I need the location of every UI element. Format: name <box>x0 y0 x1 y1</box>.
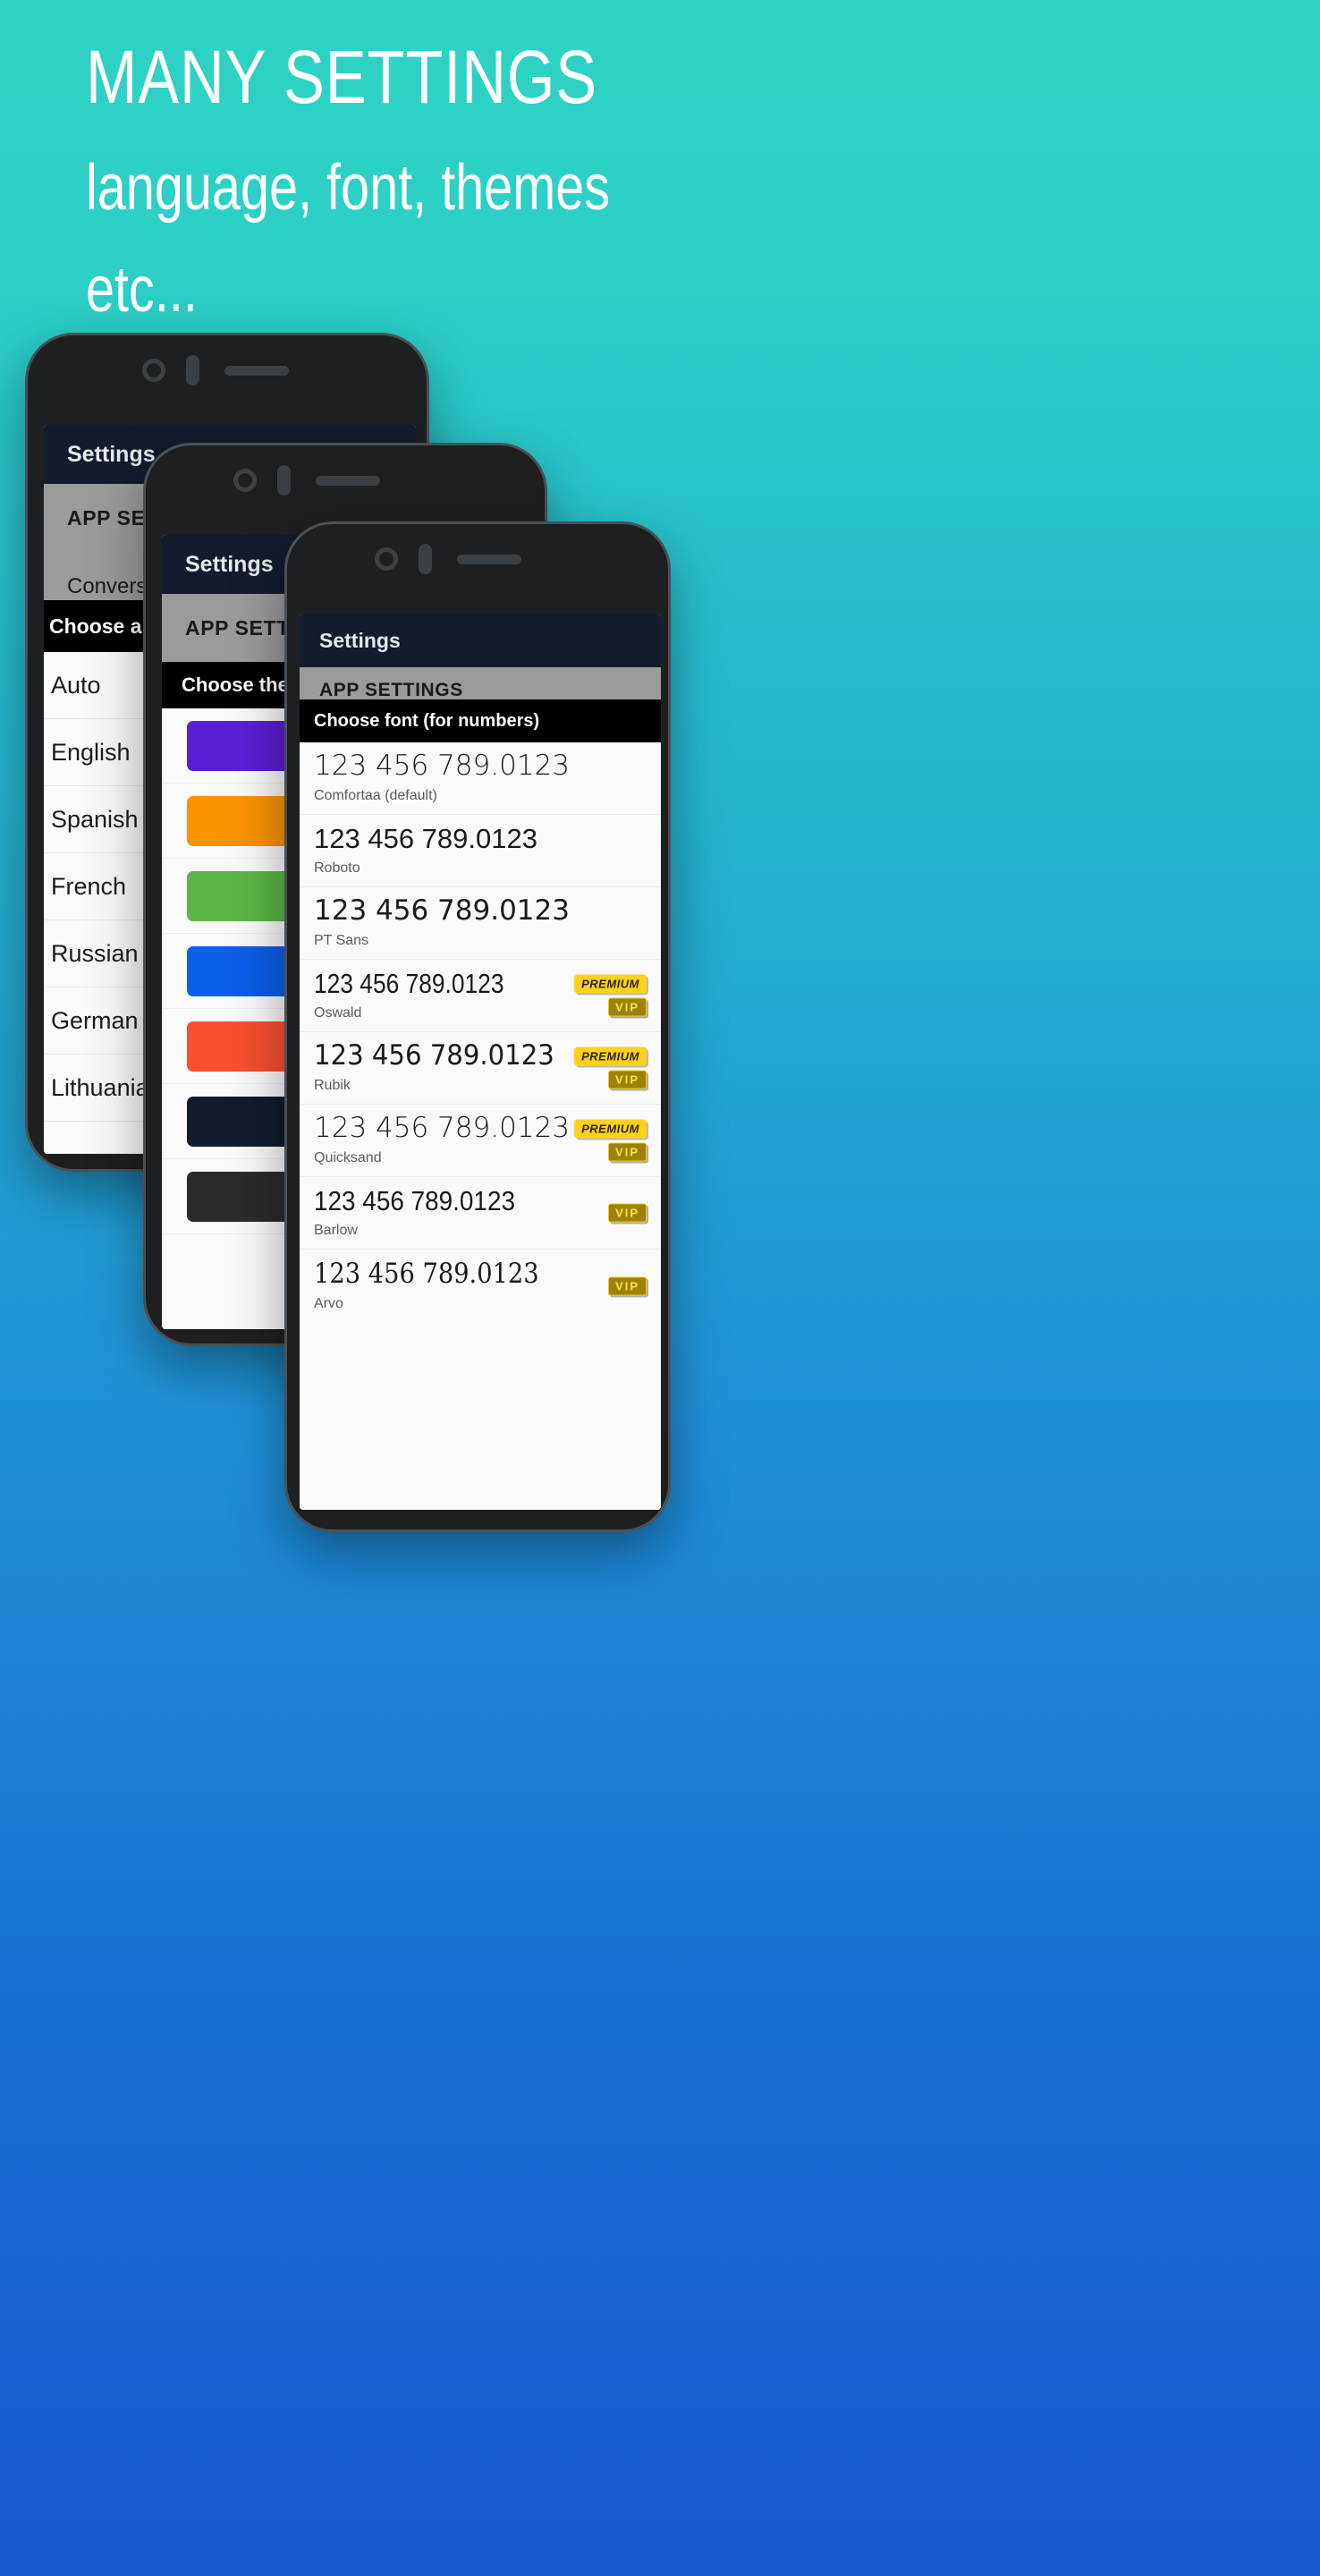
app-bar-right: Settings <box>300 614 661 667</box>
language-option-label: German <box>51 1006 139 1034</box>
font-sample: 123 456 789.0123 <box>314 1039 554 1072</box>
font-name: Oswald <box>314 1005 362 1021</box>
phone-right-top-bezel <box>287 524 668 614</box>
section-header-label: APP SETTINGS <box>319 680 463 700</box>
premium-badge: PREMIUM <box>574 974 647 994</box>
promo-subtitle-line-1: language, font, themes <box>86 152 611 225</box>
font-sample: 123 456 789.0123 <box>314 1112 570 1144</box>
vip-badge: VIP <box>608 1276 647 1295</box>
proximity-sensor-icon <box>277 465 291 496</box>
badge-group: VIP <box>608 1276 647 1295</box>
dialog-title-bar: Choose font (for numbers) <box>300 699 661 742</box>
font-name: Rubik <box>314 1078 351 1093</box>
vip-badge: VIP <box>608 1203 647 1223</box>
app-bar-title: Settings <box>185 551 274 577</box>
font-sample: 123 456 789.0123 <box>314 1185 515 1216</box>
font-name: Arvo <box>314 1295 343 1311</box>
font-option-barlow[interactable]: 123 456 789.0123 Barlow VIP <box>300 1177 661 1250</box>
font-sample: 123 456 789.0123 <box>314 750 570 782</box>
vip-badge: VIP <box>608 1142 647 1162</box>
earpiece-speaker-icon <box>457 555 521 564</box>
font-option-quicksand[interactable]: 123 456 789.0123 Quicksand PREMIUM VIP <box>300 1105 661 1177</box>
promo-subtitle-line-2: etc... <box>86 254 198 326</box>
font-option-comfortaa[interactable]: 123 456 789.0123 Comfortaa (default) <box>300 742 661 815</box>
font-sample: 123 456 789.0123 <box>314 968 504 999</box>
promo-headline: MANY SETTINGS language, font, themes etc… <box>86 38 1159 338</box>
phone-left-top-bezel <box>28 335 427 425</box>
font-sample: 123 456 789.0123 <box>314 1257 539 1290</box>
font-name: PT Sans <box>314 933 369 948</box>
badge-group: PREMIUM VIP <box>574 1046 647 1089</box>
front-camera-icon <box>233 469 257 492</box>
earpiece-speaker-icon <box>224 366 289 376</box>
premium-badge: PREMIUM <box>574 1119 647 1139</box>
font-name: Roboto <box>314 860 360 876</box>
earpiece-speaker-icon <box>316 476 380 486</box>
choose-font-dialog: Choose font (for numbers) 123 456 789.01… <box>300 699 661 1510</box>
font-option-rubik[interactable]: 123 456 789.0123 Rubik PREMIUM VIP <box>300 1032 661 1105</box>
phone-right-screen: Settings APP SETTINGS Choose font (for n… <box>300 614 661 1510</box>
font-name: Barlow <box>314 1223 358 1238</box>
badge-group: VIP <box>608 1203 647 1223</box>
badge-group: PREMIUM VIP <box>574 974 647 1017</box>
vip-badge: VIP <box>608 997 647 1017</box>
premium-badge: PREMIUM <box>574 1046 647 1066</box>
language-option-label: Russian <box>51 939 139 967</box>
badge-group: PREMIUM VIP <box>574 1119 647 1162</box>
font-name: Quicksand <box>314 1150 382 1165</box>
font-option-arvo[interactable]: 123 456 789.0123 Arvo VIP <box>300 1250 661 1322</box>
front-camera-icon <box>375 547 398 571</box>
proximity-sensor-icon <box>419 544 432 574</box>
phone-right: Settings APP SETTINGS Choose font (for n… <box>284 521 671 1532</box>
app-bar-title: Settings <box>67 441 156 467</box>
page-title: MANY SETTINGS <box>86 35 598 119</box>
font-option-oswald[interactable]: 123 456 789.0123 Oswald PREMIUM VIP <box>300 960 661 1032</box>
proximity-sensor-icon <box>186 355 199 386</box>
app-bar-title: Settings <box>319 628 401 652</box>
language-option-label: Auto <box>51 671 101 699</box>
font-name: Comfortaa (default) <box>314 788 437 803</box>
font-option-pt-sans[interactable]: 123 456 789.0123 PT Sans <box>300 887 661 960</box>
font-sample: 123 456 789.0123 <box>314 894 570 927</box>
language-option-label: Spanish <box>51 805 139 833</box>
vip-badge: VIP <box>608 1070 647 1089</box>
front-camera-icon <box>142 359 165 382</box>
language-option-label: French <box>51 872 127 900</box>
dialog-title: Choose font (for numbers) <box>314 710 540 731</box>
font-sample: 123 456 789.0123 <box>314 823 537 854</box>
font-option-roboto[interactable]: 123 456 789.0123 Roboto <box>300 815 661 887</box>
language-option-label: English <box>51 738 131 766</box>
